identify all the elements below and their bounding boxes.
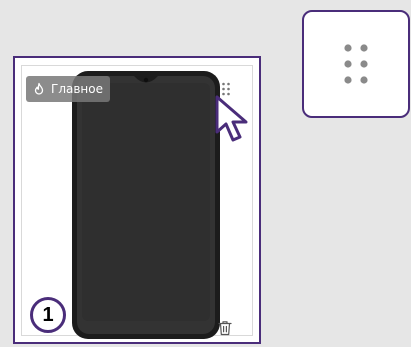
mouse-cursor-icon: [215, 95, 248, 142]
main-badge: Главное: [26, 76, 110, 102]
trash-icon: [218, 321, 232, 336]
drag-handle-zoom-callout: [302, 10, 410, 118]
drag-handle-icon: [344, 44, 368, 84]
delete-button[interactable]: [214, 316, 236, 340]
flame-icon: [34, 82, 44, 95]
badge-label: Главное: [51, 82, 103, 96]
step-marker: 1: [30, 297, 66, 333]
phone-image: [72, 71, 220, 339]
